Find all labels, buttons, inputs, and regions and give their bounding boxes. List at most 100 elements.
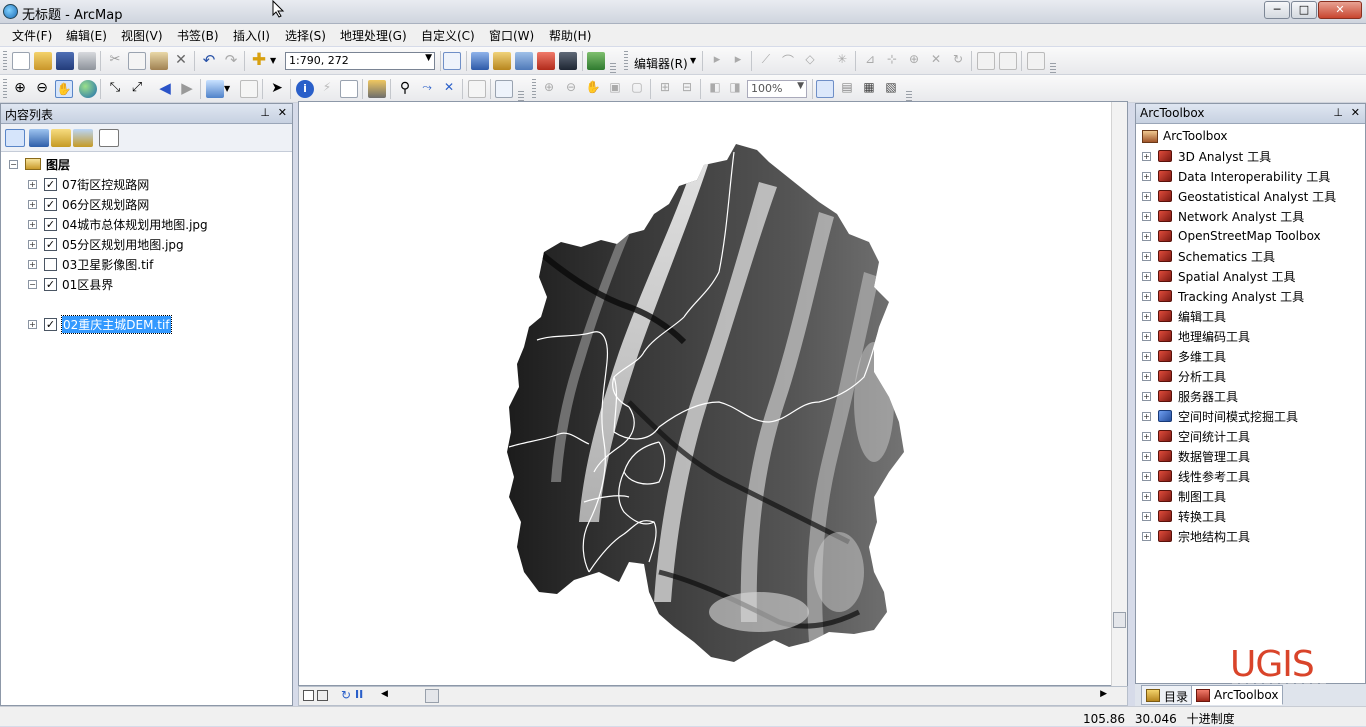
toolbar-grip[interactable] <box>3 51 7 71</box>
select-features-icon[interactable] <box>206 80 224 98</box>
straight-segment-icon[interactable]: ⟋ <box>757 52 775 70</box>
search-window-icon[interactable] <box>515 52 533 70</box>
toolbox-item[interactable]: + 转换工具 <box>1142 506 1226 526</box>
toolbar-grip[interactable] <box>532 79 536 99</box>
toolbox-item[interactable]: + 地理编码工具 <box>1142 326 1250 346</box>
map-vertical-scrollbar[interactable] <box>1111 102 1127 686</box>
expand-icon[interactable]: + <box>1142 371 1151 381</box>
toggle-draft-mode-icon[interactable] <box>816 80 834 98</box>
editor-menu[interactable]: 编辑器(R) <box>634 55 688 72</box>
layer-name[interactable]: 03卫星影像图.tif <box>62 256 153 273</box>
toolbox-item[interactable]: + 空间时间模式挖掘工具 <box>1142 406 1298 426</box>
collapse-icon[interactable]: − <box>9 159 18 169</box>
redo-icon[interactable]: ↷ <box>222 52 240 70</box>
toc-layer-row[interactable]: + ✓ 07街区控规路网 <box>28 175 149 193</box>
open-folder-icon[interactable] <box>34 52 52 70</box>
scroll-left-icon[interactable]: ◀ <box>381 689 388 699</box>
endpoint-arc-icon[interactable]: ⌒ <box>779 52 797 70</box>
layer-name[interactable]: 04城市总体规划用地图.jpg <box>62 216 208 233</box>
full-extent-icon[interactable] <box>79 80 97 98</box>
expand-icon[interactable]: + <box>28 219 37 229</box>
menu-file[interactable]: 文件(F) <box>12 27 52 44</box>
expand-icon[interactable]: + <box>1142 211 1151 221</box>
expand-icon[interactable]: + <box>1142 291 1151 301</box>
toolbar-options-icon[interactable] <box>1050 63 1056 73</box>
expand-icon[interactable]: + <box>1142 511 1151 521</box>
pin-icon[interactable]: ⊥ <box>260 106 270 119</box>
toolbox-item[interactable]: + 数据管理工具 <box>1142 446 1250 466</box>
toolbar-grip[interactable] <box>3 79 7 99</box>
toc-layer-row[interactable]: + ✓ 06分区规划路网 <box>28 195 149 213</box>
layout-zoom-combobox[interactable]: 100% ▼ <box>747 80 807 98</box>
fixed-zoom-out-layout-icon[interactable]: ⊟ <box>678 80 696 98</box>
find-icon[interactable]: ⚲ <box>396 80 414 98</box>
chevron-down-icon[interactable]: ▼ <box>425 53 432 63</box>
new-document-icon[interactable] <box>12 52 30 70</box>
toolbox-item[interactable]: + 多维工具 <box>1142 346 1226 366</box>
pause-drawing-icon[interactable]: II <box>355 688 363 701</box>
arctoolbox-window-icon[interactable] <box>537 52 555 70</box>
toc-root-layers[interactable]: − 图层 <box>9 155 70 173</box>
magnifier-window-icon[interactable] <box>495 80 513 98</box>
cut-polygons-icon[interactable]: ⊕ <box>905 52 923 70</box>
back-extent-icon[interactable]: ◀ <box>156 80 174 98</box>
select-elements-icon[interactable]: ➤ <box>268 80 286 98</box>
toolbox-item[interactable]: + 服务器工具 <box>1142 386 1238 406</box>
measure-icon[interactable] <box>368 80 386 98</box>
menu-windows[interactable]: 窗口(W) <box>489 27 534 44</box>
editor-toolbar-icon[interactable] <box>443 52 461 70</box>
focus-data-frame-icon[interactable]: ▤ <box>838 80 856 98</box>
layer-visibility-checkbox[interactable]: ✓ <box>44 317 57 331</box>
toolbox-item[interactable]: + Spatial Analyst 工具 <box>1142 266 1296 286</box>
toolbox-item[interactable]: + OpenStreetMap Toolbox <box>1142 226 1321 246</box>
list-by-drawing-order-icon[interactable] <box>5 129 25 147</box>
html-popup-icon[interactable] <box>340 80 358 98</box>
toolbox-item[interactable]: +3D Analyst 工具 <box>1142 146 1271 166</box>
layer-name[interactable]: 05分区规划用地图.jpg <box>62 236 184 253</box>
dem-raster-map[interactable] <box>299 102 1111 685</box>
toolbar-grip[interactable] <box>624 51 628 71</box>
delete-icon[interactable]: ✕ <box>172 52 190 70</box>
expand-icon[interactable]: + <box>1142 171 1151 181</box>
undo-icon[interactable]: ↶ <box>200 52 218 70</box>
layer-name[interactable]: 07街区控规路网 <box>62 176 149 193</box>
cut-icon[interactable]: ✂ <box>106 52 124 70</box>
layer-visibility-checkbox[interactable]: ✓ <box>44 237 57 251</box>
layer-visibility-checkbox[interactable]: ✓ <box>44 197 57 211</box>
change-layout-icon[interactable]: ▦ <box>860 80 878 98</box>
refresh-icon[interactable]: ↻ <box>341 688 351 702</box>
expand-icon[interactable]: + <box>1142 311 1151 321</box>
expand-icon[interactable]: + <box>1142 531 1151 541</box>
expand-icon[interactable]: + <box>28 179 37 189</box>
time-slider-icon[interactable] <box>468 80 486 98</box>
layer-visibility-checkbox[interactable]: ✓ <box>44 177 57 191</box>
close-button[interactable]: ✕ <box>1318 1 1362 19</box>
zoom-out-icon[interactable]: ⊖ <box>33 80 51 98</box>
menu-insert[interactable]: 插入(I) <box>233 27 270 44</box>
expand-icon[interactable]: + <box>1142 351 1151 361</box>
pan-icon[interactable]: ✋ <box>55 80 73 98</box>
fixed-zoom-out-icon[interactable]: ⤢ <box>128 80 146 98</box>
zoom-whole-page-icon[interactable]: ▣ <box>606 80 624 98</box>
catalog-window-icon[interactable] <box>493 52 511 70</box>
editor-dropdown-icon[interactable]: ▼ <box>690 52 708 70</box>
expand-icon[interactable]: + <box>1142 331 1151 341</box>
tab-arctoolbox[interactable]: ArcToolbox <box>1191 685 1284 705</box>
layout-view-icon[interactable] <box>317 690 328 701</box>
expand-icon[interactable]: + <box>28 259 37 269</box>
expand-icon[interactable]: + <box>1142 231 1151 241</box>
edit-tool-icon[interactable]: ▸ <box>708 52 726 70</box>
layer-visibility-checkbox[interactable] <box>44 257 57 271</box>
python-window-icon[interactable] <box>559 52 577 70</box>
collapse-icon[interactable]: − <box>28 279 37 289</box>
expand-icon[interactable]: + <box>1142 431 1151 441</box>
attributes-icon[interactable] <box>977 52 995 70</box>
layer-name[interactable]: 01区县界 <box>62 276 113 293</box>
expand-icon[interactable]: + <box>1142 411 1151 421</box>
options-icon[interactable] <box>99 129 119 147</box>
toolbox-item[interactable]: + 宗地结构工具 <box>1142 526 1250 546</box>
toc-layer-row-selected[interactable]: + ✓ 02重庆主城DEM.tif <box>28 314 172 334</box>
toc-window-icon[interactable] <box>471 52 489 70</box>
horizontal-scroll-thumb[interactable] <box>425 689 439 703</box>
edit-annotation-icon[interactable]: ▸ <box>729 52 747 70</box>
